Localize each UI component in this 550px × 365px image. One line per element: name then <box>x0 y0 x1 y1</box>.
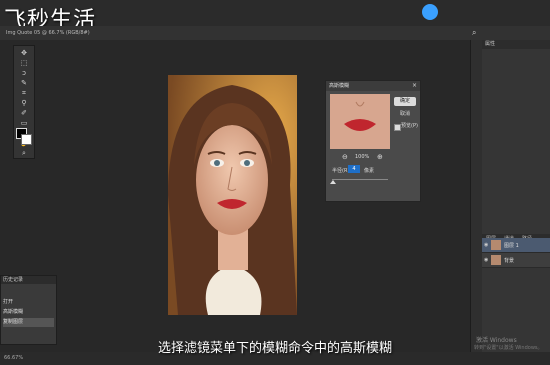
dialog-title: 高斯模糊 <box>326 81 420 91</box>
brush-tool-icon[interactable]: ✐ <box>18 109 30 117</box>
crop-tool-icon[interactable]: ⌗ <box>18 89 30 97</box>
eraser-tool-icon[interactable]: ▭ <box>18 119 30 127</box>
zoom-in-icon[interactable]: ⊕ <box>377 153 383 161</box>
radius-input[interactable]: 4 <box>348 165 360 173</box>
eye-icon[interactable]: ◉ <box>484 242 488 248</box>
panels-column: 属性 图层 通道 路径 ◉ 图层 1 ◉ 背景 <box>482 40 550 352</box>
radius-slider-handle[interactable] <box>330 180 336 184</box>
layer-name: 图层 1 <box>504 243 519 249</box>
windows-activation-text: 转到"设置"以激活 Windows。 <box>474 345 543 351</box>
document-tab[interactable]: Img Quote 05 @ 66.7% (RGB/8#) <box>0 27 146 39</box>
zoom-value: 100% <box>355 154 370 160</box>
marquee-tool-icon[interactable]: ⬚ <box>18 59 30 67</box>
radius-unit: 像素 <box>364 168 375 174</box>
history-panel: 历史记录 打开 高斯模糊 复制图层 <box>0 275 57 345</box>
layer-thumbnail <box>491 255 501 265</box>
move-tool-icon[interactable]: ✥ <box>18 49 30 57</box>
preview-checkbox[interactable] <box>394 124 401 131</box>
zoom-tool-icon[interactable]: ⌕ <box>18 149 30 157</box>
document-canvas[interactable] <box>168 75 297 315</box>
radius-slider[interactable] <box>332 179 388 180</box>
quick-select-tool-icon[interactable]: ✎ <box>18 79 30 87</box>
layer-row[interactable]: ◉ 图层 1 <box>482 238 550 253</box>
search-icon[interactable]: ⌕ <box>472 28 481 37</box>
layer-thumbnail <box>491 240 501 250</box>
ok-button[interactable]: 确定 <box>394 97 416 106</box>
close-icon[interactable]: × <box>412 81 417 91</box>
cancel-button[interactable]: 取消 <box>394 110 416 119</box>
windows-activation-title: 激活 Windows <box>476 337 517 344</box>
zoom-out-icon[interactable]: ⊖ <box>342 153 348 161</box>
background-color-swatch[interactable] <box>21 134 32 145</box>
history-item[interactable]: 高斯模糊 <box>3 308 54 317</box>
eye-icon[interactable]: ◉ <box>484 257 488 263</box>
eyedropper-tool-icon[interactable]: ⚲ <box>18 99 30 107</box>
properties-panel-title[interactable]: 属性 <box>482 40 550 49</box>
gaussian-blur-dialog: 高斯模糊 × 确定 取消 预览(P) ⊖ 100% ⊕ 半径(R): 4 像素 <box>325 80 421 202</box>
cloud-icon[interactable] <box>422 4 438 20</box>
preview-image <box>330 94 390 149</box>
history-panel-title[interactable]: 历史记录 <box>1 276 56 284</box>
history-item[interactable]: 打开 <box>3 298 54 307</box>
video-subtitle: 选择滤镜菜单下的模糊命令中的高斯模糊 <box>157 341 392 356</box>
portrait-image <box>168 75 297 315</box>
layer-name: 背景 <box>504 258 515 264</box>
lasso-tool-icon[interactable]: ↄ <box>18 69 30 77</box>
history-item[interactable]: 复制图层 <box>3 318 54 327</box>
preview-label: 预览(P) <box>401 123 418 129</box>
layer-row[interactable]: ◉ 背景 <box>482 253 550 268</box>
blur-preview[interactable] <box>330 94 390 149</box>
